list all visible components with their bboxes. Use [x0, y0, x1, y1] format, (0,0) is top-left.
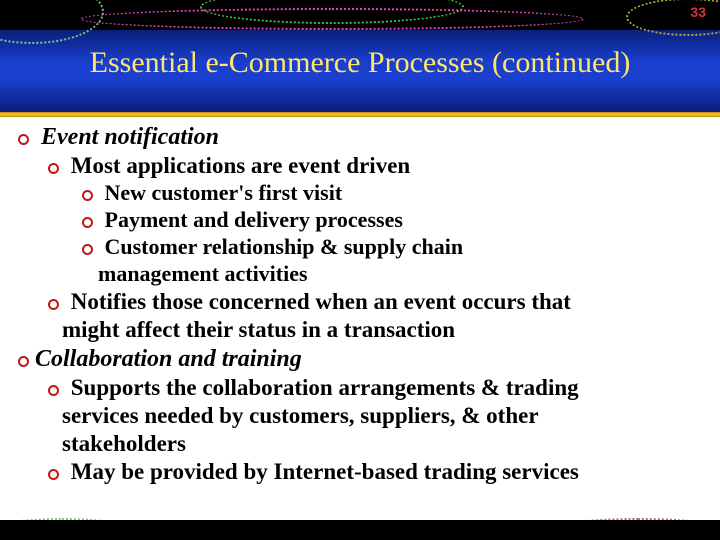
- page-number: 33: [690, 4, 706, 20]
- slide: 33 Essential e-Commerce Processes (conti…: [0, 0, 720, 540]
- sub-crm-cont: management activities: [18, 261, 708, 287]
- heading-event: Event notification: [18, 123, 708, 151]
- sub-support: Supports the collaboration arrangements …: [48, 374, 708, 401]
- content-area: Event notification Most applications are…: [18, 122, 708, 518]
- text: Most applications are event driven: [71, 153, 410, 178]
- bullet-icon: [82, 244, 93, 255]
- sub-support-cont1: services needed by customers, suppliers,…: [18, 402, 708, 429]
- text: New customer's first visit: [105, 180, 343, 205]
- slide-title: Essential e-Commerce Processes (continue…: [0, 46, 720, 80]
- text: Payment and delivery processes: [105, 207, 403, 232]
- gold-divider: [0, 112, 720, 117]
- top-band: [0, 0, 720, 30]
- sub-visit: New customer's first visit: [82, 180, 708, 206]
- bullet-icon: [82, 190, 93, 201]
- bullet-icon: [82, 217, 93, 228]
- bullet-icon: [48, 299, 59, 310]
- sub-crm: Customer relationship & supply chain: [82, 234, 708, 260]
- bullet-icon: [48, 469, 59, 480]
- sub-payment: Payment and delivery processes: [82, 207, 708, 233]
- sub-notify-cont: might affect their status in a transacti…: [18, 316, 708, 343]
- bullet-icon: [18, 356, 29, 367]
- sub-provided: May be provided by Internet-based tradin…: [48, 458, 708, 485]
- bottom-band: [0, 520, 720, 540]
- text: Event notification: [41, 124, 219, 150]
- bullet-icon: [48, 385, 59, 396]
- sub-notify: Notifies those concerned when an event o…: [48, 288, 708, 315]
- text: Notifies those concerned when an event o…: [71, 289, 571, 314]
- bullet-icon: [18, 134, 29, 145]
- sub-event-driven: Most applications are event driven: [48, 152, 708, 179]
- heading-collab: Collaboration and training: [18, 345, 708, 373]
- text: Supports the collaboration arrangements …: [71, 375, 579, 400]
- bullet-icon: [48, 163, 59, 174]
- text: May be provided by Internet-based tradin…: [71, 459, 579, 484]
- sub-support-cont2: stakeholders: [18, 430, 708, 457]
- text: Customer relationship & supply chain: [105, 234, 464, 259]
- text: Collaboration and training: [35, 346, 302, 372]
